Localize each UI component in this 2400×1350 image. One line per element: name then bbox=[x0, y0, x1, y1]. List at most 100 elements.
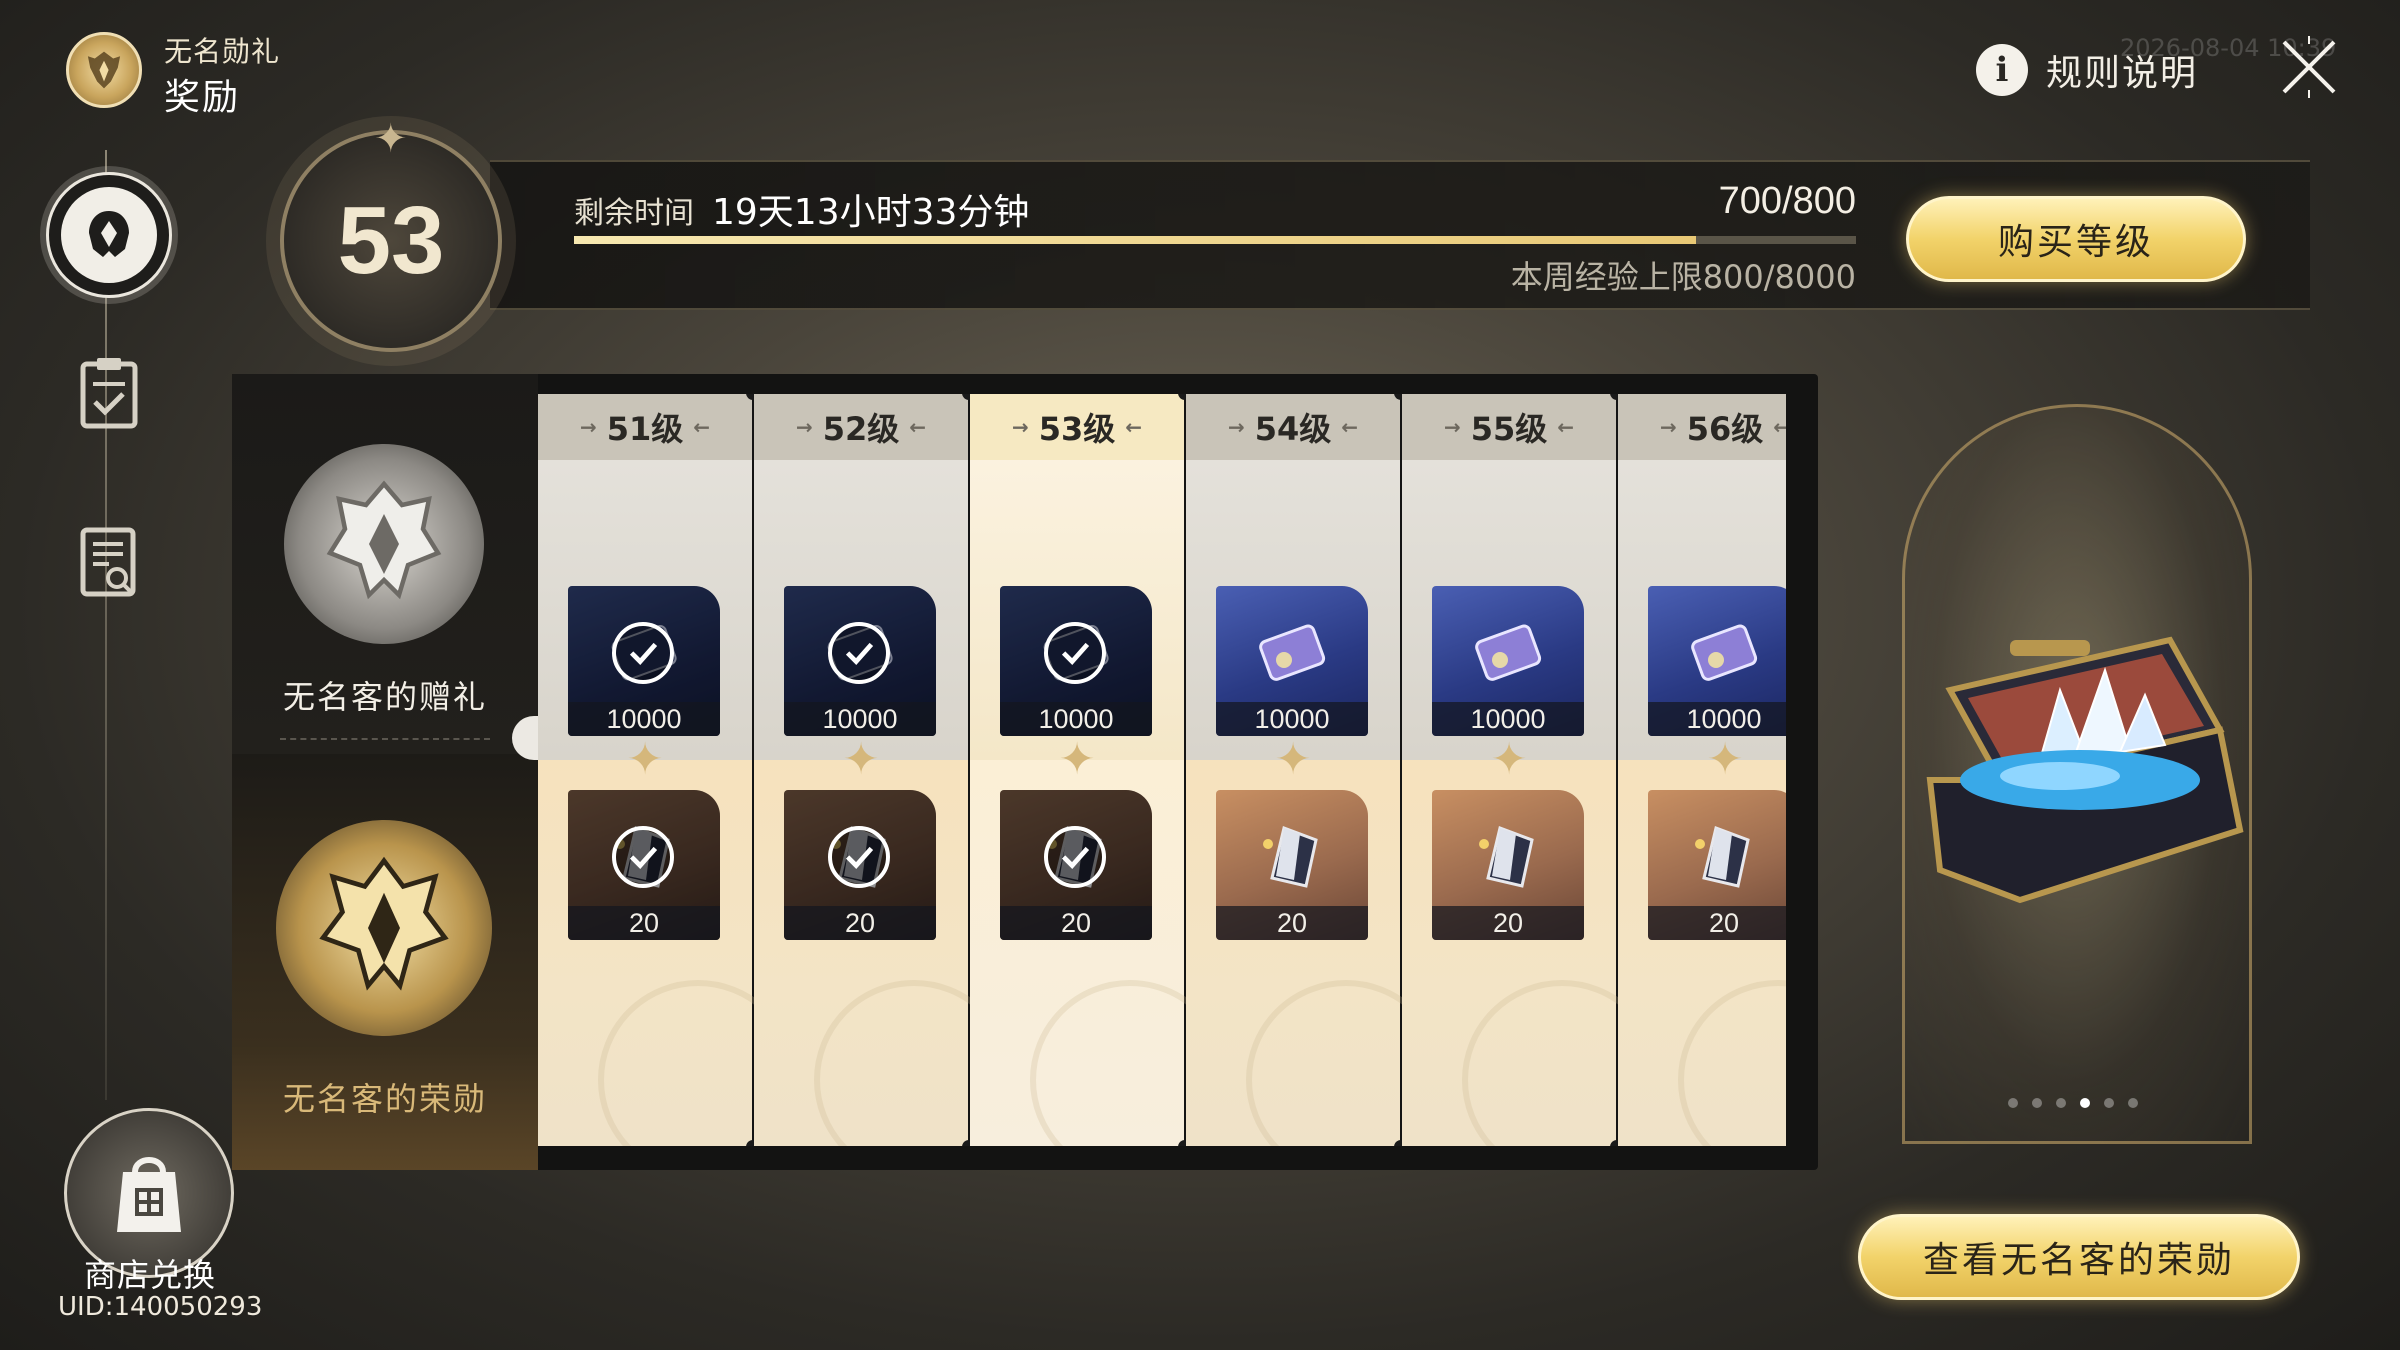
column-level-label: 55级 bbox=[1470, 410, 1548, 448]
column-level-label: 53级 bbox=[1038, 410, 1116, 448]
paid-reward-slot: ✦ 20 bbox=[754, 734, 1014, 1146]
weekly-exp-cap: 本周经验上限800/8000 bbox=[1510, 258, 1856, 296]
nav-item-records[interactable] bbox=[72, 520, 146, 606]
reward-quantity: 10000 bbox=[784, 702, 936, 736]
buy-level-button[interactable]: 购买等级 bbox=[1906, 196, 2246, 282]
column-level-label: 51级 bbox=[606, 410, 684, 448]
reward-quantity: 20 bbox=[784, 906, 936, 940]
arrow-left-icon: → bbox=[795, 415, 813, 439]
page-dot[interactable] bbox=[2104, 1098, 2114, 1108]
free-reward-card[interactable]: 10000 bbox=[1216, 586, 1368, 736]
reward-columns[interactable]: → 51级 ← 10000 ✦ 20 → 52级 ← 10000 ✦ 20 → 53级 ← 10000 ✦ 20 →… bbox=[538, 394, 1786, 1146]
column-level-label: 56级 bbox=[1686, 410, 1764, 448]
free-reward-card[interactable]: 10000 bbox=[1000, 586, 1152, 736]
reward-quantity: 20 bbox=[568, 906, 720, 940]
free-track-badge-icon bbox=[284, 444, 484, 644]
reward-column: → 53级 ← 10000 ✦ 20 bbox=[970, 394, 1230, 1146]
arrow-right-icon: ← bbox=[1341, 415, 1359, 439]
paid-reward-card[interactable]: 20 bbox=[1000, 790, 1152, 940]
reward-quantity: 10000 bbox=[568, 702, 720, 736]
free-reward-card[interactable]: 10000 bbox=[1432, 586, 1584, 736]
page-dot[interactable] bbox=[2080, 1098, 2090, 1108]
nav-item-rewards[interactable] bbox=[46, 172, 172, 298]
paid-reward-card[interactable]: 20 bbox=[1432, 790, 1584, 940]
divider-star-icon: ✦ bbox=[1058, 734, 1096, 785]
buy-level-label: 购买等级 bbox=[1997, 222, 2154, 263]
view-honor-label: 查看无名客的荣勋 bbox=[1922, 1240, 2235, 1281]
reward-quantity: 20 bbox=[1648, 906, 1786, 940]
free-reward-card[interactable]: 10000 bbox=[784, 586, 936, 736]
page-dot[interactable] bbox=[2128, 1098, 2138, 1108]
arrow-right-icon: ← bbox=[1557, 415, 1575, 439]
free-reward-slot: 10000 bbox=[1402, 460, 1616, 760]
paid-reward-card[interactable]: 20 bbox=[784, 790, 936, 940]
arrow-right-icon: ← bbox=[1125, 415, 1143, 439]
level-badge: 53 bbox=[280, 130, 502, 352]
preview-pagination[interactable] bbox=[2008, 1098, 2138, 1108]
exp-value: 700/800 bbox=[1718, 180, 1856, 222]
event-emblem-icon bbox=[66, 32, 142, 108]
column-level-header: → 54级 ← bbox=[1186, 394, 1400, 460]
reward-column: → 55级 ← 10000 ✦ 20 bbox=[1402, 394, 1662, 1146]
column-level-header: → 53级 ← bbox=[970, 394, 1184, 460]
column-level-label: 54级 bbox=[1254, 410, 1332, 448]
free-reward-slot: 10000 bbox=[754, 460, 968, 760]
exp-progress-bar bbox=[574, 236, 1856, 244]
paid-reward-card[interactable]: 20 bbox=[1216, 790, 1368, 940]
shop-label: 商店兑换 bbox=[83, 1256, 216, 1294]
reward-quantity: 20 bbox=[1432, 906, 1584, 940]
divider-star-icon: ✦ bbox=[1490, 734, 1528, 785]
current-level: 53 bbox=[337, 187, 445, 294]
nav-item-missions[interactable] bbox=[72, 350, 146, 436]
close-button[interactable] bbox=[2278, 36, 2340, 98]
paid-reward-slot: ✦ 20 bbox=[1618, 734, 1786, 1146]
reward-quantity: 10000 bbox=[1216, 702, 1368, 736]
clipboard-icon bbox=[80, 358, 138, 429]
star-icon: ✦ bbox=[374, 116, 408, 162]
column-level-header: → 52级 ← bbox=[754, 394, 968, 460]
column-level-header: → 51级 ← bbox=[538, 394, 752, 460]
free-reward-card[interactable]: 10000 bbox=[1648, 586, 1786, 736]
arrow-left-icon: → bbox=[1659, 415, 1677, 439]
free-reward-slot: 10000 bbox=[1618, 460, 1786, 760]
paid-reward-slot: ✦ 20 bbox=[970, 734, 1230, 1146]
arrow-right-icon: ← bbox=[693, 415, 711, 439]
rules-label: 规则说明 bbox=[2046, 53, 2199, 94]
claimed-check-icon bbox=[828, 622, 890, 684]
arrow-left-icon: → bbox=[1443, 415, 1461, 439]
reward-column: → 56级 ← 10000 ✦ 20 bbox=[1618, 394, 1786, 1146]
claimed-check-icon bbox=[828, 826, 890, 888]
arrow-left-icon: → bbox=[579, 415, 597, 439]
page-dot[interactable] bbox=[2056, 1098, 2066, 1108]
reward-column: → 54级 ← 10000 ✦ 20 bbox=[1186, 394, 1446, 1146]
track-divider bbox=[280, 738, 490, 740]
free-reward-slot: 10000 bbox=[1186, 460, 1400, 760]
event-name: 无名勋礼 bbox=[164, 35, 281, 68]
reward-quantity: 10000 bbox=[1000, 702, 1152, 736]
free-reward-card[interactable]: 10000 bbox=[568, 586, 720, 736]
reward-quantity: 20 bbox=[1216, 906, 1368, 940]
column-level-header: → 55级 ← bbox=[1402, 394, 1616, 460]
paid-reward-card[interactable]: 20 bbox=[568, 790, 720, 940]
time-remaining-label: 剩余时间 bbox=[574, 196, 694, 231]
free-reward-slot: 10000 bbox=[970, 460, 1184, 760]
arrow-left-icon: → bbox=[1227, 415, 1245, 439]
arrow-right-icon: ← bbox=[1773, 415, 1786, 439]
column-level-label: 52级 bbox=[822, 410, 900, 448]
divider-star-icon: ✦ bbox=[1274, 734, 1312, 785]
exp-progress-fill bbox=[574, 236, 1696, 244]
page-dot[interactable] bbox=[2008, 1098, 2018, 1108]
paid-reward-card[interactable]: 20 bbox=[1648, 790, 1786, 940]
rules-button[interactable]: i 规则说明 bbox=[1976, 40, 2198, 100]
claimed-check-icon bbox=[1044, 826, 1106, 888]
helmet-icon bbox=[89, 211, 129, 257]
time-remaining-value: 19天13小时33分钟 bbox=[712, 192, 1030, 233]
arrow-left-icon: → bbox=[1011, 415, 1029, 439]
paid-reward-slot: ✦ 20 bbox=[1402, 734, 1662, 1146]
reward-quantity: 20 bbox=[1000, 906, 1152, 940]
page-dot[interactable] bbox=[2032, 1098, 2042, 1108]
view-honor-button[interactable]: 查看无名客的荣勋 bbox=[1858, 1214, 2300, 1300]
reward-column: → 51级 ← 10000 ✦ 20 bbox=[538, 394, 798, 1146]
column-level-header: → 56级 ← bbox=[1618, 394, 1786, 460]
reward-quantity: 10000 bbox=[1432, 702, 1584, 736]
